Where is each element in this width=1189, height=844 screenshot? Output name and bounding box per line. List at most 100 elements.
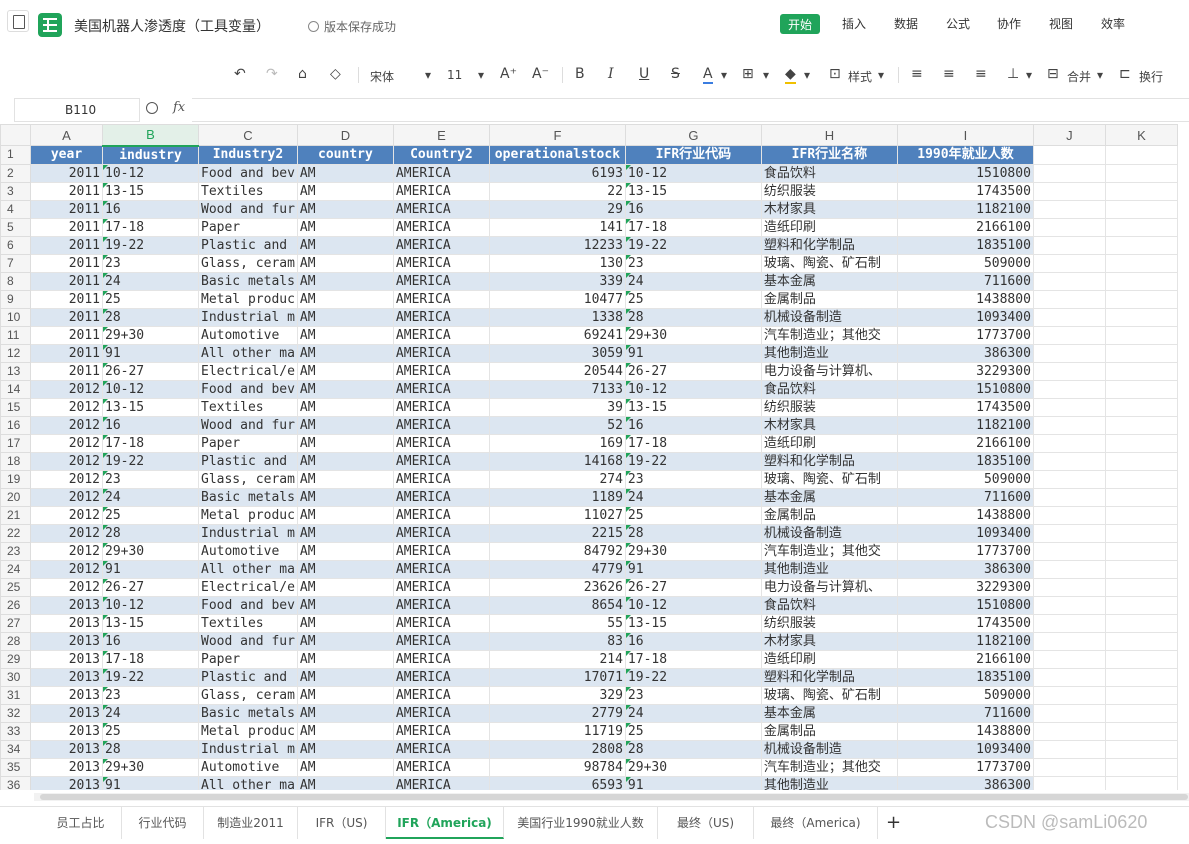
data-cell[interactable]: 39 [488, 397, 626, 417]
data-cell[interactable]: 1510800 [896, 379, 1034, 399]
column-header-k[interactable]: K [1104, 124, 1178, 146]
data-cell[interactable]: 1182100 [896, 415, 1034, 435]
data-cell[interactable]: 24 [624, 271, 762, 291]
scrollbar-thumb[interactable] [40, 794, 1188, 800]
empty-cell[interactable] [1104, 757, 1178, 777]
name-box[interactable]: B110 [14, 98, 140, 122]
data-cell[interactable]: Plastic and [198, 667, 298, 687]
data-cell[interactable]: 8654 [488, 595, 626, 615]
data-cell[interactable]: 2011 [30, 325, 103, 345]
data-cell[interactable]: 2013 [30, 775, 103, 790]
data-cell[interactable]: 机械设备制造 [760, 739, 898, 759]
data-cell[interactable]: Basic metals [198, 703, 298, 723]
empty-cell[interactable] [1032, 739, 1106, 759]
data-cell[interactable]: 汽车制造业；其他交 [760, 541, 898, 561]
data-cell[interactable]: 1438800 [896, 721, 1034, 741]
header-cell[interactable]: operationalstock [488, 145, 626, 165]
empty-cell[interactable] [1104, 559, 1178, 579]
data-cell[interactable]: 2013 [30, 685, 103, 705]
empty-cell[interactable] [1032, 451, 1106, 471]
empty-cell[interactable] [1104, 145, 1178, 165]
empty-cell[interactable] [1104, 739, 1178, 759]
data-cell[interactable]: 造纸印刷 [760, 649, 898, 669]
empty-cell[interactable] [1032, 577, 1106, 597]
row-header[interactable]: 5 [0, 217, 31, 237]
data-cell[interactable]: AM [296, 433, 394, 453]
data-cell[interactable]: 55 [488, 613, 626, 633]
data-cell[interactable]: 2011 [30, 253, 103, 273]
menu-formula[interactable]: 公式 [946, 15, 970, 35]
row-header[interactable]: 25 [0, 577, 31, 597]
data-cell[interactable]: AM [296, 325, 394, 345]
empty-cell[interactable] [1104, 487, 1178, 507]
data-cell[interactable]: AMERICA [392, 325, 490, 345]
data-cell[interactable]: 23 [624, 469, 762, 489]
italic-icon[interactable]: I [608, 66, 614, 82]
wrap-icon[interactable]: ⊏ [1119, 66, 1131, 82]
data-cell[interactable]: AMERICA [392, 433, 490, 453]
data-cell[interactable]: 2011 [30, 271, 103, 291]
data-cell[interactable]: 29 [488, 199, 626, 219]
data-cell[interactable]: 造纸印刷 [760, 217, 898, 237]
data-cell[interactable]: All other ma [198, 343, 298, 363]
data-cell[interactable]: 339 [488, 271, 626, 291]
data-cell[interactable]: 169 [488, 433, 626, 453]
data-cell[interactable]: 19-22 [624, 235, 762, 255]
data-cell[interactable]: 纺织服装 [760, 181, 898, 201]
menu-insert[interactable]: 插入 [842, 15, 866, 35]
data-cell[interactable]: 329 [488, 685, 626, 705]
chevron-down-icon[interactable]: ▾ [425, 68, 431, 82]
row-header[interactable]: 29 [0, 649, 31, 669]
data-cell[interactable]: AM [296, 775, 394, 790]
data-cell[interactable]: 26-27 [624, 361, 762, 381]
data-cell[interactable]: 2012 [30, 415, 103, 435]
empty-cell[interactable] [1104, 451, 1178, 471]
data-cell[interactable]: 2166100 [896, 433, 1034, 453]
data-cell[interactable]: Textiles [198, 181, 298, 201]
data-cell[interactable]: 16 [102, 415, 199, 435]
data-cell[interactable]: AM [296, 667, 394, 687]
empty-cell[interactable] [1104, 523, 1178, 543]
row-header[interactable]: 14 [0, 379, 31, 399]
style-icon[interactable]: ⊡ [829, 66, 841, 82]
style-button[interactable]: 样式 [848, 68, 872, 85]
data-cell[interactable]: Wood and fur [198, 199, 298, 219]
empty-cell[interactable] [1032, 307, 1106, 327]
data-cell[interactable]: 10-12 [102, 379, 199, 399]
save-icon[interactable] [7, 10, 29, 32]
data-cell[interactable]: Plastic and [198, 235, 298, 255]
data-cell[interactable]: Basic metals [198, 487, 298, 507]
row-header[interactable]: 13 [0, 361, 31, 381]
data-cell[interactable]: 1835100 [896, 667, 1034, 687]
empty-cell[interactable] [1104, 361, 1178, 381]
column-header-b[interactable]: B [102, 124, 199, 147]
data-cell[interactable]: AMERICA [392, 613, 490, 633]
data-cell[interactable]: 98784 [488, 757, 626, 777]
data-cell[interactable]: AMERICA [392, 253, 490, 273]
column-header-i[interactable]: I [896, 124, 1034, 146]
data-cell[interactable]: 84792 [488, 541, 626, 561]
data-cell[interactable]: 14168 [488, 451, 626, 471]
empty-cell[interactable] [1104, 397, 1178, 417]
data-cell[interactable]: 28 [102, 739, 199, 759]
data-cell[interactable]: 26-27 [624, 577, 762, 597]
row-header[interactable]: 32 [0, 703, 31, 723]
data-cell[interactable]: 17-18 [102, 649, 199, 669]
sheet-tab[interactable]: 行业代码 [122, 807, 204, 839]
row-header[interactable]: 23 [0, 541, 31, 561]
font-size-select[interactable]: 11 [447, 68, 462, 82]
data-cell[interactable]: AMERICA [392, 343, 490, 363]
data-cell[interactable]: 29+30 [102, 325, 199, 345]
empty-cell[interactable] [1104, 613, 1178, 633]
redo-icon[interactable]: ↷ [266, 66, 278, 82]
header-cell[interactable]: IFR行业名称 [760, 145, 898, 165]
empty-cell[interactable] [1104, 433, 1178, 453]
row-header[interactable]: 22 [0, 523, 31, 543]
empty-cell[interactable] [1104, 469, 1178, 489]
empty-cell[interactable] [1104, 577, 1178, 597]
data-cell[interactable]: All other ma [198, 775, 298, 790]
data-cell[interactable]: 1093400 [896, 739, 1034, 759]
data-cell[interactable]: 23 [624, 253, 762, 273]
row-header[interactable]: 12 [0, 343, 31, 363]
data-cell[interactable]: 29+30 [624, 325, 762, 345]
